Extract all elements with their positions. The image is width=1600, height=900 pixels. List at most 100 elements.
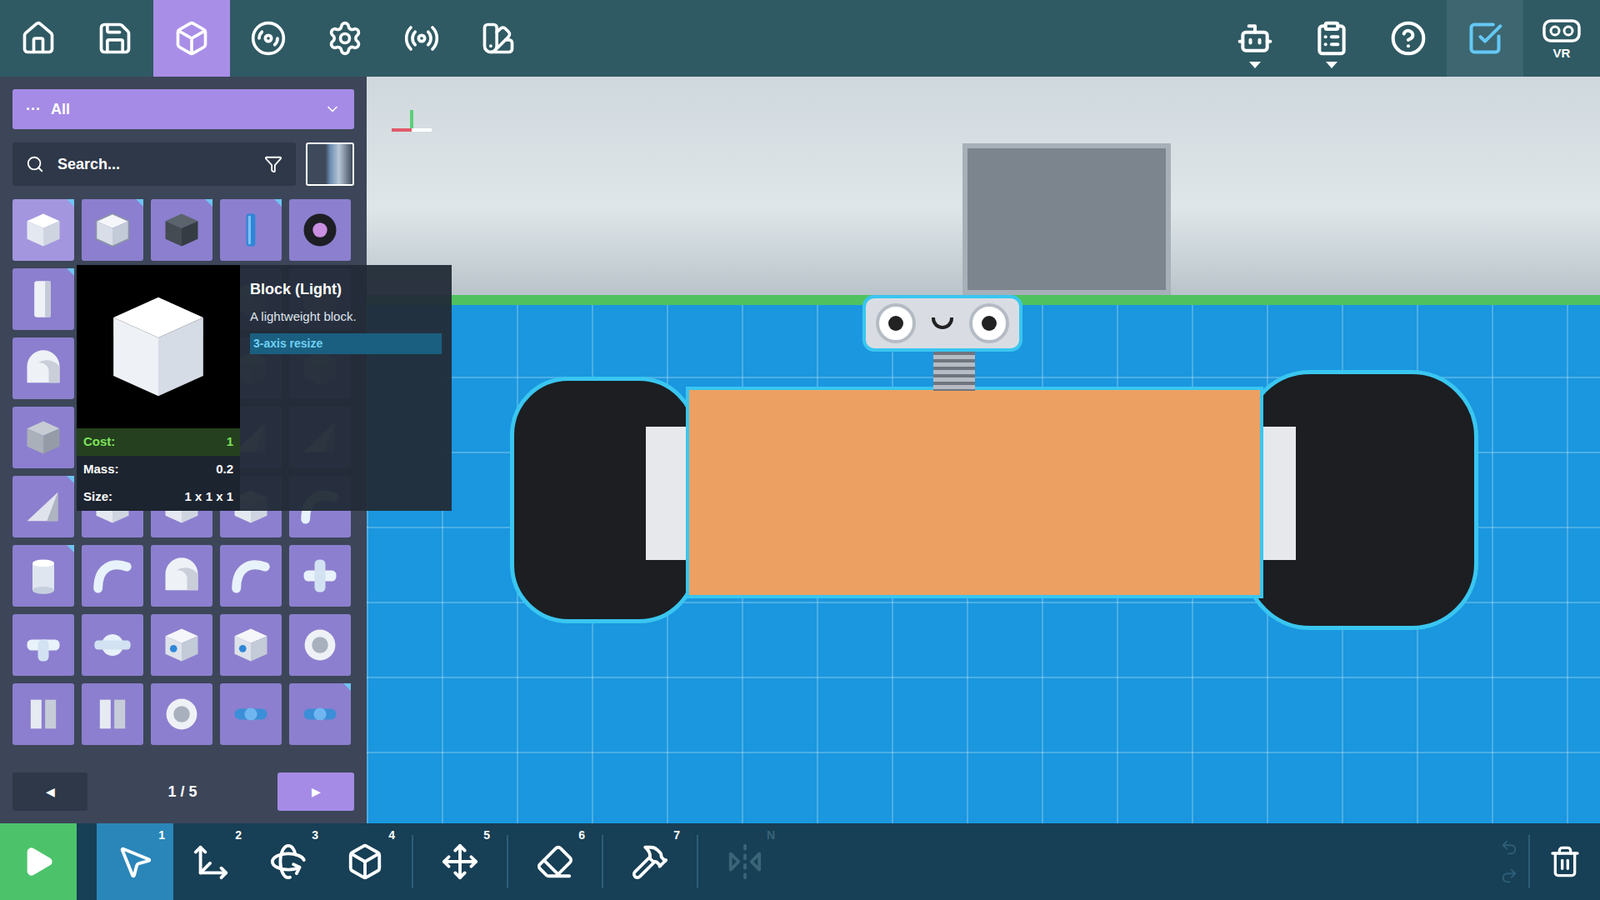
category-label: All bbox=[50, 98, 315, 121]
builder-screen: VR···AllSearch...◀1 / 5▶Cost:1Mass:0.2Si… bbox=[0, 0, 1600, 900]
top-button[interactable] bbox=[1446, 0, 1524, 77]
tool-button: N bbox=[706, 823, 784, 900]
part-cell[interactable] bbox=[289, 545, 351, 607]
settings-icon bbox=[326, 20, 364, 57]
redo-icon[interactable] bbox=[1500, 866, 1519, 885]
arch-icon bbox=[160, 554, 204, 598]
part-cell[interactable] bbox=[150, 199, 213, 261]
top-button[interactable] bbox=[1216, 0, 1294, 77]
top-button[interactable] bbox=[1293, 0, 1370, 77]
tool-button[interactable]: 6 bbox=[516, 823, 594, 900]
parts-icon bbox=[173, 20, 210, 57]
part-cell[interactable] bbox=[220, 683, 282, 745]
bottom-toolbar: 1234 5 6 7N bbox=[0, 823, 1600, 900]
pipe-joint-icon bbox=[21, 623, 65, 667]
ring-icon bbox=[160, 692, 204, 736]
top-tab[interactable] bbox=[383, 0, 460, 77]
part-cell[interactable] bbox=[81, 199, 144, 261]
category-dropdown[interactable]: ···All bbox=[12, 89, 355, 130]
tool-button[interactable]: 4 bbox=[326, 823, 404, 900]
toolbar-divider bbox=[696, 835, 699, 889]
stat-row: Cost: 1 bbox=[76, 428, 240, 456]
play-button[interactable] bbox=[0, 823, 77, 900]
search-placeholder: Search... bbox=[57, 153, 251, 176]
part-cell[interactable] bbox=[12, 337, 75, 400]
tool-button[interactable]: 2 bbox=[173, 823, 250, 900]
part-cell[interactable] bbox=[12, 199, 75, 261]
vr-label: VR bbox=[1553, 46, 1571, 60]
variants-corner-icon bbox=[205, 199, 213, 207]
part-cell[interactable] bbox=[150, 683, 213, 745]
variants-corner-icon bbox=[66, 268, 75, 276]
connector-icon bbox=[298, 692, 342, 736]
part-cell[interactable] bbox=[12, 268, 75, 330]
part-cell[interactable] bbox=[220, 545, 282, 607]
undo-icon[interactable] bbox=[1500, 838, 1519, 857]
top-tab[interactable] bbox=[153, 0, 230, 77]
top-button[interactable] bbox=[1370, 0, 1447, 77]
toolbar-divider bbox=[601, 835, 604, 889]
tool-number: 5 bbox=[483, 826, 490, 845]
part-cell[interactable] bbox=[12, 545, 75, 607]
checklist-icon bbox=[1466, 20, 1504, 57]
pipe-joint-icon bbox=[298, 554, 342, 598]
tool-button[interactable]: 1 bbox=[96, 823, 174, 900]
top-tab[interactable] bbox=[306, 0, 384, 77]
prev-page-button[interactable]: ◀ bbox=[12, 772, 88, 811]
tool-button[interactable]: 7 bbox=[611, 823, 689, 900]
top-tab[interactable] bbox=[230, 0, 307, 77]
part-cell[interactable] bbox=[289, 199, 351, 261]
variants-corner-icon bbox=[66, 199, 75, 207]
bracket-icon bbox=[90, 692, 135, 736]
top-button[interactable]: VR bbox=[1523, 0, 1600, 77]
build-viewport[interactable] bbox=[366, 76, 1600, 824]
color-swatch-button[interactable] bbox=[305, 142, 355, 186]
home-icon bbox=[20, 20, 57, 57]
socket-block-icon bbox=[160, 623, 204, 667]
part-cell[interactable] bbox=[220, 614, 282, 676]
part-cell[interactable] bbox=[289, 614, 351, 676]
tool-number: 6 bbox=[578, 826, 585, 845]
part-cell[interactable] bbox=[12, 683, 75, 745]
part-cell[interactable] bbox=[12, 406, 75, 469]
scale-icon bbox=[345, 842, 385, 881]
tooltip-tag: 3-axis resize bbox=[250, 333, 442, 355]
filter-icon[interactable] bbox=[264, 155, 283, 174]
part-cell[interactable] bbox=[12, 475, 75, 538]
wedge-icon bbox=[21, 485, 65, 529]
search-field[interactable]: Search... bbox=[12, 142, 296, 186]
part-tooltip: Cost:1Mass:0.2Size:1 x 1 x 1Block (Light… bbox=[76, 265, 452, 511]
part-cell[interactable] bbox=[150, 614, 213, 676]
ring-icon bbox=[298, 623, 342, 667]
variants-corner-icon bbox=[135, 199, 144, 207]
stat-label: Cost: bbox=[83, 432, 115, 452]
part-cell[interactable] bbox=[289, 683, 351, 745]
toolbar-divider bbox=[506, 835, 509, 889]
part-preview bbox=[76, 265, 240, 429]
part-cell[interactable] bbox=[220, 199, 282, 261]
pagination: ◀1 / 5▶ bbox=[0, 772, 367, 824]
pipe-joint-icon bbox=[90, 623, 135, 667]
part-cell[interactable] bbox=[150, 545, 213, 607]
stat-value: 1 bbox=[226, 432, 234, 452]
next-page-button[interactable]: ▶ bbox=[277, 772, 355, 811]
part-cell[interactable] bbox=[81, 545, 144, 607]
part-cell[interactable] bbox=[81, 683, 144, 745]
part-cell[interactable] bbox=[81, 614, 144, 676]
part-cell[interactable] bbox=[12, 614, 75, 676]
wheel-icon bbox=[298, 208, 342, 252]
top-tab[interactable] bbox=[460, 0, 537, 77]
tool-button[interactable]: 3 bbox=[250, 823, 327, 900]
tool-button[interactable]: 5 bbox=[421, 823, 499, 900]
pillar-icon bbox=[229, 208, 273, 252]
top-tab[interactable] bbox=[76, 0, 154, 77]
toolbar-divider bbox=[1528, 835, 1530, 889]
top-tab[interactable] bbox=[0, 0, 77, 77]
variants-corner-icon bbox=[343, 683, 351, 691]
move-icon bbox=[192, 842, 231, 881]
delete-button[interactable] bbox=[1530, 823, 1600, 900]
block-icon bbox=[90, 208, 135, 252]
help-icon bbox=[1390, 20, 1427, 57]
place-icon bbox=[440, 842, 480, 881]
bracket-icon bbox=[21, 692, 65, 736]
